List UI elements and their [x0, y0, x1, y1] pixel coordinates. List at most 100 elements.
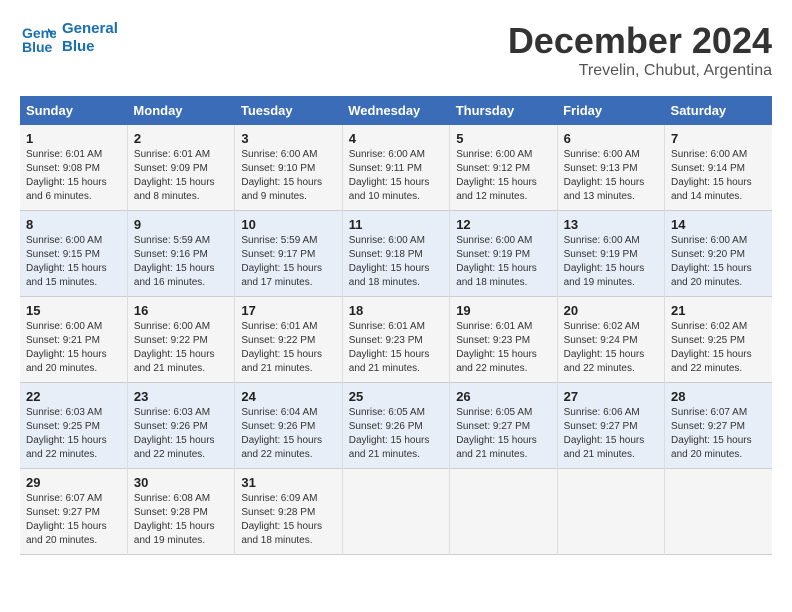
calendar-cell: 7 Sunrise: 6:00 AMSunset: 9:14 PMDaylight…	[665, 125, 772, 211]
day-info: Sunrise: 6:03 AMSunset: 9:25 PMDaylight:…	[26, 406, 121, 462]
day-number: 30	[134, 475, 228, 490]
day-number: 3	[241, 131, 335, 146]
day-info: Sunrise: 6:01 AMSunset: 9:23 PMDaylight:…	[349, 320, 443, 376]
day-number: 9	[134, 217, 228, 232]
weekday-header-row: SundayMondayTuesdayWednesdayThursdayFrid…	[20, 96, 772, 125]
day-info: Sunrise: 6:06 AMSunset: 9:27 PMDaylight:…	[564, 406, 658, 462]
day-number: 14	[671, 217, 766, 232]
calendar-week-row: 8 Sunrise: 6:00 AMSunset: 9:15 PMDaylight…	[20, 211, 772, 297]
calendar-cell: 4Sunrise: 6:00 AMSunset: 9:11 PMDaylight…	[342, 125, 449, 211]
day-number: 22	[26, 389, 121, 404]
day-number: 15	[26, 303, 121, 318]
calendar-cell: 14 Sunrise: 6:00 AMSunset: 9:20 PMDayligh…	[665, 211, 772, 297]
calendar-cell: 28 Sunrise: 6:07 AMSunset: 9:27 PMDayligh…	[665, 383, 772, 469]
weekday-header-tuesday: Tuesday	[235, 96, 342, 125]
day-number: 12	[456, 217, 550, 232]
calendar-cell: 8 Sunrise: 6:00 AMSunset: 9:15 PMDaylight…	[20, 211, 127, 297]
day-number: 26	[456, 389, 550, 404]
day-number: 10	[241, 217, 335, 232]
day-number: 23	[134, 389, 228, 404]
day-info: Sunrise: 6:00 AMSunset: 9:13 PMDaylight:…	[564, 148, 658, 204]
day-info: Sunrise: 6:04 AMSunset: 9:26 PMDaylight:…	[241, 406, 335, 462]
weekday-header-monday: Monday	[127, 96, 234, 125]
day-number: 16	[134, 303, 228, 318]
day-number: 20	[564, 303, 658, 318]
day-info: Sunrise: 6:08 AMSunset: 9:28 PMDaylight:…	[134, 492, 228, 548]
calendar-cell	[557, 469, 664, 555]
weekday-header-thursday: Thursday	[450, 96, 557, 125]
day-info: Sunrise: 5:59 AMSunset: 9:17 PMDaylight:…	[241, 234, 335, 290]
calendar-table: SundayMondayTuesdayWednesdayThursdayFrid…	[20, 96, 772, 555]
day-number: 19	[456, 303, 550, 318]
day-number: 21	[671, 303, 766, 318]
day-info: Sunrise: 6:00 AMSunset: 9:14 PMDaylight:…	[671, 148, 766, 204]
calendar-cell: 17 Sunrise: 6:01 AMSunset: 9:22 PMDayligh…	[235, 297, 342, 383]
calendar-cell: 16 Sunrise: 6:00 AMSunset: 9:22 PMDayligh…	[127, 297, 234, 383]
day-number: 28	[671, 389, 766, 404]
calendar-cell	[342, 469, 449, 555]
day-info: Sunrise: 6:05 AMSunset: 9:26 PMDaylight:…	[349, 406, 443, 462]
calendar-cell: 26 Sunrise: 6:05 AMSunset: 9:27 PMDayligh…	[450, 383, 557, 469]
day-number: 2	[134, 131, 228, 146]
calendar-cell: 15 Sunrise: 6:00 AMSunset: 9:21 PMDayligh…	[20, 297, 127, 383]
day-number: 17	[241, 303, 335, 318]
calendar-week-row: 29Sunrise: 6:07 AMSunset: 9:27 PMDayligh…	[20, 469, 772, 555]
weekday-header-wednesday: Wednesday	[342, 96, 449, 125]
calendar-cell	[665, 469, 772, 555]
day-info: Sunrise: 6:01 AMSunset: 9:23 PMDaylight:…	[456, 320, 550, 376]
calendar-cell: 20 Sunrise: 6:02 AMSunset: 9:24 PMDayligh…	[557, 297, 664, 383]
calendar-cell: 9 Sunrise: 5:59 AMSunset: 9:16 PMDaylight…	[127, 211, 234, 297]
day-info: Sunrise: 6:01 AMSunset: 9:08 PMDaylight:…	[26, 148, 121, 204]
day-info: Sunrise: 6:00 AMSunset: 9:21 PMDaylight:…	[26, 320, 121, 376]
calendar-cell: 1 Sunrise: 6:01 AMSunset: 9:08 PMDaylight…	[20, 125, 127, 211]
day-number: 13	[564, 217, 658, 232]
day-number: 8	[26, 217, 121, 232]
calendar-cell: 23 Sunrise: 6:03 AMSunset: 9:26 PMDayligh…	[127, 383, 234, 469]
calendar-cell: 12Sunrise: 6:00 AMSunset: 9:19 PMDayligh…	[450, 211, 557, 297]
day-number: 11	[349, 217, 443, 232]
day-info: Sunrise: 6:00 AMSunset: 9:12 PMDaylight:…	[456, 148, 550, 204]
day-info: Sunrise: 6:00 AMSunset: 9:10 PMDaylight:…	[241, 148, 335, 204]
day-info: Sunrise: 6:02 AMSunset: 9:24 PMDaylight:…	[564, 320, 658, 376]
day-info: Sunrise: 6:03 AMSunset: 9:26 PMDaylight:…	[134, 406, 228, 462]
page-header: General Blue General Blue December 2024 …	[20, 20, 772, 80]
day-info: Sunrise: 6:01 AMSunset: 9:22 PMDaylight:…	[241, 320, 335, 376]
calendar-week-row: 1 Sunrise: 6:01 AMSunset: 9:08 PMDaylight…	[20, 125, 772, 211]
day-number: 1	[26, 131, 121, 146]
calendar-cell: 18 Sunrise: 6:01 AMSunset: 9:23 PMDayligh…	[342, 297, 449, 383]
day-number: 24	[241, 389, 335, 404]
calendar-cell: 22 Sunrise: 6:03 AMSunset: 9:25 PMDayligh…	[20, 383, 127, 469]
calendar-cell: 13Sunrise: 6:00 AMSunset: 9:19 PMDayligh…	[557, 211, 664, 297]
month-title: December 2024	[508, 20, 772, 62]
weekday-header-sunday: Sunday	[20, 96, 127, 125]
calendar-week-row: 22 Sunrise: 6:03 AMSunset: 9:25 PMDayligh…	[20, 383, 772, 469]
calendar-cell: 30 Sunrise: 6:08 AMSunset: 9:28 PMDayligh…	[127, 469, 234, 555]
day-info: Sunrise: 6:00 AMSunset: 9:18 PMDaylight:…	[349, 234, 443, 290]
calendar-cell	[450, 469, 557, 555]
day-info: Sunrise: 6:00 AMSunset: 9:15 PMDaylight:…	[26, 234, 121, 290]
day-number: 27	[564, 389, 658, 404]
day-number: 25	[349, 389, 443, 404]
calendar-cell: 25 Sunrise: 6:05 AMSunset: 9:26 PMDayligh…	[342, 383, 449, 469]
day-info: Sunrise: 6:05 AMSunset: 9:27 PMDaylight:…	[456, 406, 550, 462]
day-number: 18	[349, 303, 443, 318]
title-area: December 2024 Trevelin, Chubut, Argentin…	[508, 20, 772, 80]
day-number: 7	[671, 131, 766, 146]
day-info: Sunrise: 6:01 AMSunset: 9:09 PMDaylight:…	[134, 148, 228, 204]
day-info: Sunrise: 6:02 AMSunset: 9:25 PMDaylight:…	[671, 320, 766, 376]
calendar-cell: 24 Sunrise: 6:04 AMSunset: 9:26 PMDayligh…	[235, 383, 342, 469]
day-number: 5	[456, 131, 550, 146]
calendar-cell: 27 Sunrise: 6:06 AMSunset: 9:27 PMDayligh…	[557, 383, 664, 469]
day-number: 29	[26, 475, 121, 490]
calendar-cell: 3 Sunrise: 6:00 AMSunset: 9:10 PMDaylight…	[235, 125, 342, 211]
calendar-cell: 21 Sunrise: 6:02 AMSunset: 9:25 PMDayligh…	[665, 297, 772, 383]
day-number: 4	[349, 131, 443, 146]
calendar-cell: 29Sunrise: 6:07 AMSunset: 9:27 PMDayligh…	[20, 469, 127, 555]
day-info: Sunrise: 6:07 AMSunset: 9:27 PMDaylight:…	[671, 406, 766, 462]
day-info: Sunrise: 6:09 AMSunset: 9:28 PMDaylight:…	[241, 492, 335, 548]
day-info: Sunrise: 6:00 AMSunset: 9:22 PMDaylight:…	[134, 320, 228, 376]
day-info: Sunrise: 6:00 AMSunset: 9:20 PMDaylight:…	[671, 234, 766, 290]
calendar-cell: 6Sunrise: 6:00 AMSunset: 9:13 PMDaylight…	[557, 125, 664, 211]
day-info: Sunrise: 5:59 AMSunset: 9:16 PMDaylight:…	[134, 234, 228, 290]
calendar-cell: 10 Sunrise: 5:59 AMSunset: 9:17 PMDayligh…	[235, 211, 342, 297]
